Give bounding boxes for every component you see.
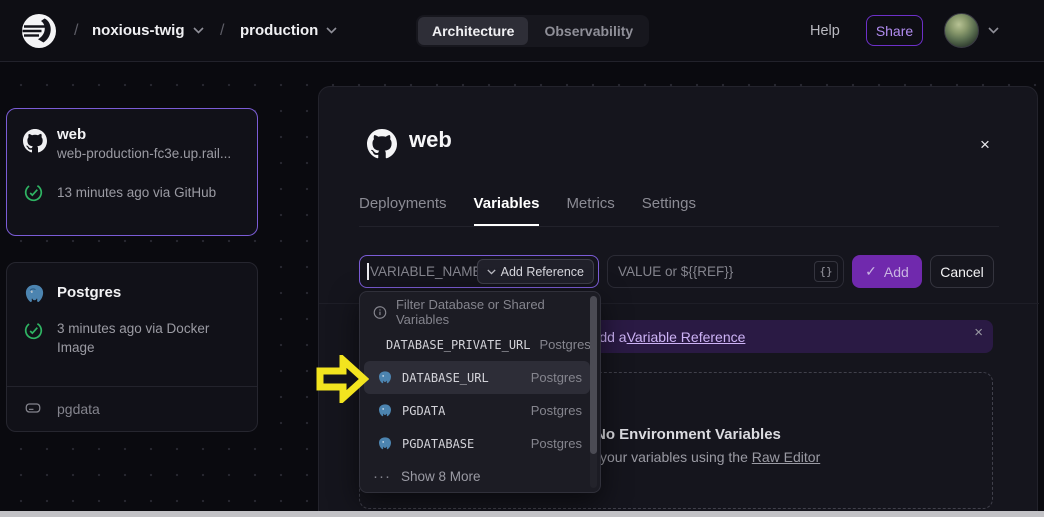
close-icon[interactable]: ×: [973, 133, 997, 157]
chevron-down-icon: [326, 27, 337, 34]
help-link[interactable]: Help: [810, 23, 840, 39]
deploy-status: 13 minutes ago via GitHub: [57, 183, 237, 202]
chevron-down-icon[interactable]: [988, 27, 999, 34]
reference-option[interactable]: PGDATA Postgres: [364, 394, 590, 427]
chevron-down-icon: [193, 27, 204, 34]
braces-icon[interactable]: {}: [814, 261, 838, 282]
variable-value-input[interactable]: [607, 255, 844, 288]
dropdown-options: DATABASE_PRIVATE_URL Postgres DATABASE_U…: [360, 328, 600, 460]
window-bottom-edge: [0, 511, 1044, 517]
github-icon: [23, 129, 47, 153]
view-switcher: Architecture Observability: [416, 15, 649, 47]
breadcrumb-separator: /: [220, 22, 224, 40]
variable-reference-link[interactable]: Variable Reference: [627, 329, 746, 345]
service-card-postgres[interactable]: Postgres 3 minutes ago via Docker Image …: [6, 262, 258, 432]
app-window: / noxious-twig / production Architecture…: [0, 0, 1044, 517]
volume-icon: [24, 399, 42, 417]
annotation-arrow-icon: [315, 355, 369, 403]
service-name: Postgres: [57, 284, 121, 301]
dropdown-filter-hint: Filter Database or Shared Variables: [360, 296, 600, 328]
chevron-down-icon: [487, 269, 496, 275]
canvas-right-margin: [1039, 62, 1044, 517]
breadcrumb-separator: /: [74, 22, 78, 40]
add-variable-button[interactable]: ✓ Add: [852, 255, 922, 288]
raw-editor-link[interactable]: Raw Editor: [752, 449, 820, 465]
service-detail-panel: web × Deployments Variables Metrics Sett…: [318, 86, 1038, 517]
variable-value-field: {}: [607, 255, 844, 288]
view-tab[interactable]: Architecture: [418, 17, 528, 45]
check-icon: ✓: [865, 263, 877, 280]
show-more-option[interactable]: ··· Show 8 More: [360, 460, 600, 493]
panel-tab[interactable]: Deployments: [359, 195, 447, 226]
cancel-button[interactable]: Cancel: [930, 255, 994, 288]
reference-option[interactable]: DATABASE_URL Postgres: [364, 361, 590, 394]
info-icon: [373, 305, 387, 320]
view-tab[interactable]: Observability: [530, 17, 647, 45]
add-reference-button[interactable]: Add Reference: [477, 259, 594, 284]
close-icon[interactable]: ×: [974, 324, 983, 341]
share-button[interactable]: Share: [866, 15, 923, 46]
postgres-icon: [23, 283, 46, 306]
text-caret: [367, 263, 369, 280]
user-avatar[interactable]: [944, 13, 979, 48]
deploy-status: 3 minutes ago via Docker Image: [57, 319, 237, 357]
breadcrumb-project[interactable]: noxious-twig: [92, 22, 204, 39]
postgres-icon: [377, 436, 393, 452]
ellipsis-icon: ···: [373, 468, 391, 485]
scrollbar-thumb[interactable]: [590, 296, 597, 454]
panel-tab[interactable]: Variables: [474, 195, 540, 226]
empty-state-title: No Environment Variables: [595, 426, 781, 443]
github-icon: [367, 129, 397, 159]
reference-option[interactable]: DATABASE_PRIVATE_URL Postgres: [364, 328, 590, 361]
panel-tabs: Deployments Variables Metrics Settings: [359, 195, 999, 227]
service-name: web: [57, 126, 86, 143]
variable-reference-banner: Add a Variable Reference ×: [546, 320, 993, 353]
card-divider: [7, 386, 257, 387]
variable-name-field: Add Reference: [359, 255, 599, 288]
reference-dropdown: Filter Database or Shared Variables DATA…: [359, 291, 601, 493]
postgres-icon: [377, 370, 393, 386]
panel-title: web: [409, 127, 452, 153]
service-domain: web-production-fc3e.up.rail...: [57, 146, 253, 161]
reference-option[interactable]: PGDATABASE Postgres: [364, 427, 590, 460]
deploy-success-icon: [24, 321, 43, 340]
breadcrumb-environment[interactable]: production: [240, 22, 337, 39]
panel-tab[interactable]: Settings: [642, 195, 696, 226]
service-card-web[interactable]: web web-production-fc3e.up.rail... 13 mi…: [6, 108, 258, 236]
postgres-icon: [377, 403, 393, 419]
volume-name: pgdata: [57, 401, 100, 417]
dropdown-scrollbar: [590, 296, 597, 488]
railway-logo-icon[interactable]: [21, 13, 57, 49]
deploy-success-icon: [24, 183, 43, 202]
top-navbar: / noxious-twig / production Architecture…: [0, 0, 1044, 62]
empty-state-hint: your variables using the Raw Editor: [600, 449, 820, 465]
panel-tab[interactable]: Metrics: [566, 195, 614, 226]
